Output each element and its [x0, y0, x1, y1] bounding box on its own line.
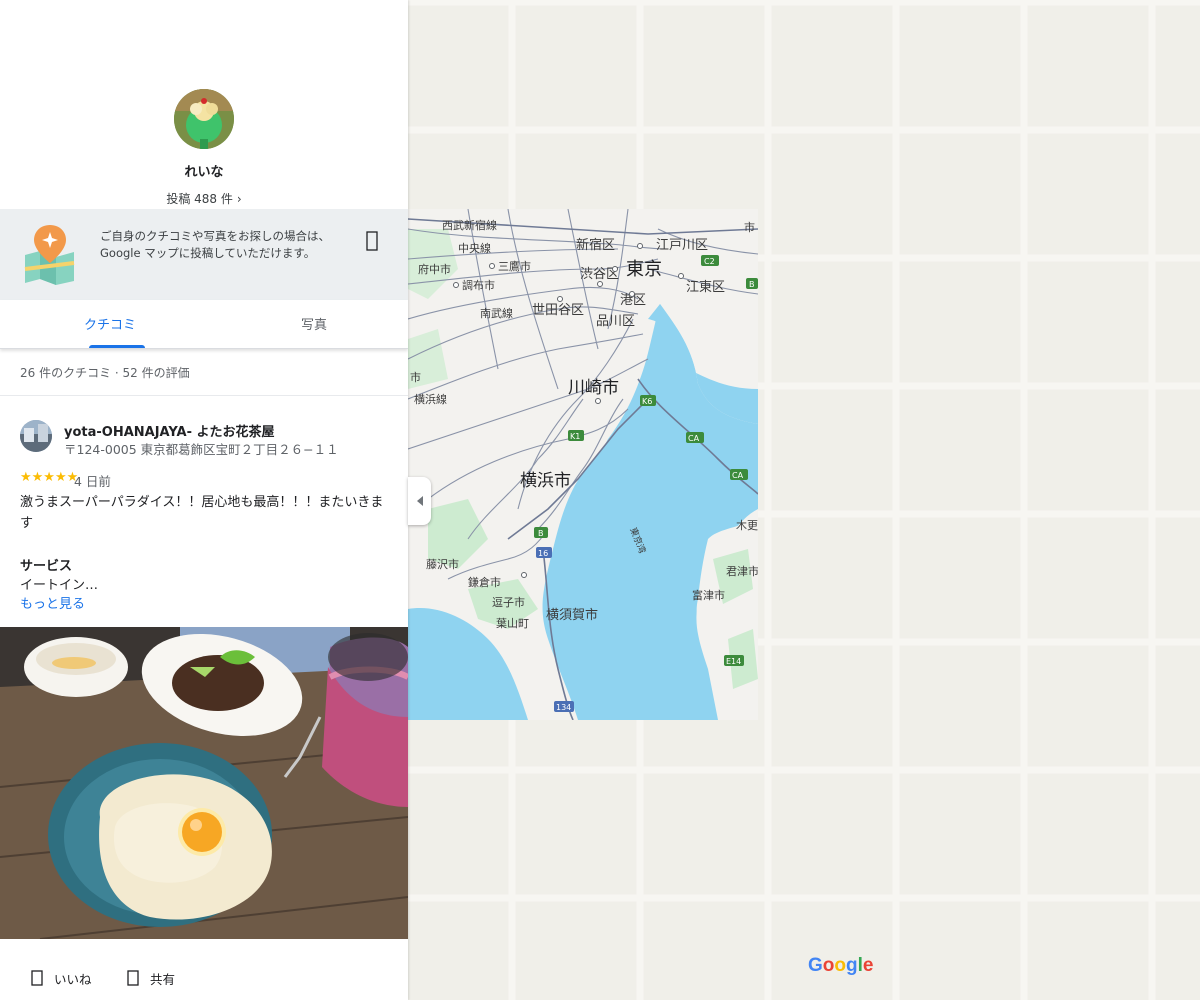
tab-photos[interactable]: 写真	[212, 300, 408, 348]
svg-text:調布市: 調布市	[462, 278, 495, 292]
review-date: 4 日前	[74, 474, 111, 489]
svg-text:江東区: 江東区	[686, 279, 725, 295]
svg-text:世田谷区: 世田谷区	[532, 303, 584, 318]
svg-text:鎌倉市: 鎌倉市	[468, 575, 501, 589]
posts-count-label: 投稿 488 件	[166, 192, 233, 206]
svg-text:葉山町: 葉山町	[496, 616, 529, 630]
svg-text:134: 134	[556, 703, 571, 712]
chevron-left-icon	[416, 496, 423, 506]
svg-text:富津市: 富津市	[692, 588, 725, 602]
svg-text:K1: K1	[570, 432, 580, 441]
content-tabs: クチコミ 写真	[0, 300, 408, 349]
svg-text:藤沢市: 藤沢市	[426, 557, 459, 571]
svg-text:木更: 木更	[736, 519, 758, 532]
service-heading: サービス	[20, 559, 73, 574]
info-banner: ご自身のクチコミや写真をお探しの場合は、Google マップに投稿していただけま…	[0, 209, 408, 300]
svg-text:横浜線: 横浜線	[414, 392, 447, 406]
svg-text:16: 16	[538, 549, 548, 558]
map-tile[interactable]: 西武新宿線 中央線 府中市 三鷹市 調布市 南武線 世田谷区 新宿区 渋谷区 東…	[408, 209, 758, 720]
active-tab-indicator	[89, 345, 145, 348]
banner-text: ご自身のクチコミや写真をお探しの場合は、Google マップに投稿していただけま…	[100, 229, 330, 260]
svg-text:東京: 東京	[626, 259, 662, 280]
svg-text:南武線: 南武線	[480, 306, 513, 320]
contributor-panel: れいな 投稿 488 件 › ご自身のクチコミや写真をお探しの場合は、Google…	[0, 0, 408, 1000]
svg-text:横須賀市: 横須賀市	[546, 607, 598, 623]
svg-text:逗子市: 逗子市	[492, 595, 525, 609]
svg-text:三鷹市: 三鷹市	[498, 259, 531, 273]
review-place-address: 〒124-0005 東京都葛飾区宝町２丁目２６−１１	[64, 442, 339, 457]
review-photo[interactable]	[0, 627, 408, 939]
tab-photos-label: 写真	[300, 318, 327, 333]
tab-reviews[interactable]: クチコミ	[8, 300, 212, 348]
svg-text:市: 市	[410, 370, 421, 384]
chevron-right-icon: ›	[236, 192, 242, 206]
svg-text:K6: K6	[642, 397, 652, 406]
google-logo: Google	[808, 955, 874, 976]
svg-text:新宿区: 新宿区	[576, 237, 615, 253]
profile-header: れいな 投稿 488 件 ›	[0, 0, 408, 209]
close-icon[interactable]	[360, 229, 384, 253]
posts-count-link[interactable]: 投稿 488 件 ›	[0, 190, 408, 207]
profile-name: れいな	[184, 165, 224, 180]
star-rating: ★★★★★	[20, 470, 79, 485]
see-more-link[interactable]: もっと見る	[20, 593, 85, 612]
svg-text:C2: C2	[704, 257, 715, 266]
svg-text:品川区: 品川区	[596, 314, 635, 329]
svg-text:府中市: 府中市	[418, 262, 451, 276]
share-icon	[127, 970, 139, 986]
svg-text:君津市: 君津市	[726, 564, 758, 578]
svg-text:中央線: 中央線	[458, 241, 491, 255]
tab-reviews-label: クチコミ	[83, 318, 136, 333]
svg-text:CA: CA	[732, 471, 744, 480]
svg-text:B: B	[749, 280, 755, 289]
review-actions: いいね 共有	[0, 960, 408, 996]
share-label: 共有	[150, 971, 176, 987]
svg-text:江戸川区: 江戸川区	[656, 238, 708, 253]
collapse-panel-button[interactable]	[408, 477, 431, 525]
svg-text:川崎市: 川崎市	[568, 378, 619, 398]
divider	[0, 395, 408, 396]
map-pin-illustration-icon	[24, 225, 75, 285]
place-thumbnail[interactable]	[20, 420, 52, 452]
like-button[interactable]: いいね	[30, 968, 92, 988]
review-place-name[interactable]: yota-OHANAJAYA- よたお花茶屋	[64, 421, 275, 440]
svg-text:B: B	[538, 529, 544, 538]
thumbs-up-icon	[31, 970, 43, 986]
svg-text:E14: E14	[726, 657, 741, 666]
review-text: 激うまスーパーパラダイス！！居心地も最高！！！またいきます	[20, 495, 384, 531]
reviews-summary: 26 件のクチコミ · 52 件の評価	[20, 366, 190, 380]
profile-avatar[interactable]	[174, 89, 234, 149]
like-label: いいね	[54, 971, 92, 987]
share-button[interactable]: 共有	[126, 968, 175, 988]
svg-text:CA: CA	[688, 434, 700, 443]
service-value: イートイン…	[20, 578, 99, 593]
svg-text:西武新宿線: 西武新宿線	[442, 218, 497, 232]
svg-text:横浜市: 横浜市	[520, 471, 571, 491]
svg-text:市: 市	[744, 220, 755, 234]
